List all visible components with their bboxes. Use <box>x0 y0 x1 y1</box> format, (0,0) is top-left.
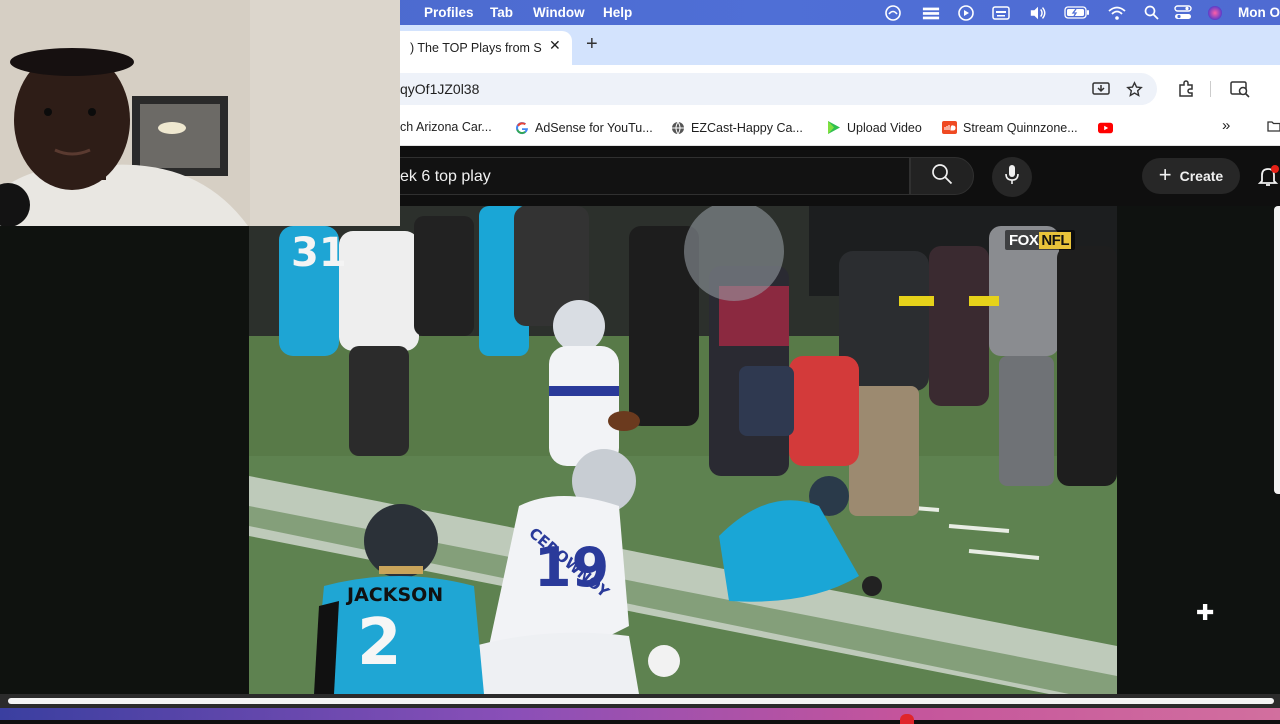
bookmark-label: Stream Quinnzone... <box>963 120 1078 135</box>
youtube-icon <box>1098 120 1113 135</box>
install-app-icon[interactable] <box>1090 78 1112 100</box>
wifi-icon[interactable] <box>1108 4 1126 21</box>
notifications-bell-icon[interactable] <box>1256 164 1280 188</box>
browser-toolbar: qyOf1JZ0l38 <box>400 65 1280 110</box>
video-letterbox-left <box>0 226 249 694</box>
extensions-puzzle-icon[interactable] <box>1175 78 1197 100</box>
address-url: qyOf1JZ0l38 <box>400 81 480 97</box>
bookmark-youtube[interactable] <box>1098 120 1119 135</box>
bookmark-label: AdSense for YouTu... <box>535 120 653 135</box>
create-label: Create <box>1179 168 1224 184</box>
create-button[interactable]: + Create <box>1142 158 1240 194</box>
bookmark-star-icon[interactable] <box>1123 78 1145 100</box>
bookmark-label: Upload Video <box>847 120 922 135</box>
creative-cloud-icon[interactable] <box>884 4 902 21</box>
jersey-number-31: 31 <box>291 230 347 276</box>
menu-help[interactable]: Help <box>603 5 632 20</box>
plus-icon: + <box>1158 162 1172 187</box>
upload-video-icon <box>826 120 841 135</box>
bookmarks-bar: ch Arizona Car... AdSense for YouTu... E… <box>400 110 1280 146</box>
spotlight-search-icon[interactable] <box>1142 4 1160 21</box>
play-circle-icon[interactable] <box>957 4 975 21</box>
jersey-number-2: 2 <box>357 606 402 680</box>
bookmark-label: ch Arizona Car... <box>400 120 492 134</box>
search-query-text: ek 6 top play <box>400 168 491 185</box>
macos-dock-strip <box>0 708 1280 720</box>
jersey-name-jackson: JACKSON <box>347 584 444 606</box>
jersey-number-19: 19 <box>534 536 610 599</box>
side-panel-edge[interactable] <box>1274 206 1280 494</box>
voice-search-button[interactable] <box>992 157 1032 197</box>
youtube-search-button[interactable] <box>910 157 974 195</box>
bookmark-adsense[interactable]: AdSense for YouTu... <box>514 120 653 135</box>
webcam-overlay <box>0 0 400 226</box>
volume-icon[interactable] <box>1029 4 1047 21</box>
microphone-icon <box>1004 164 1020 191</box>
toolbar-divider <box>1210 81 1211 97</box>
tab-search-icon[interactable] <box>1229 78 1251 100</box>
fox-logo-text: FOX <box>1009 231 1039 249</box>
tab-title: ) The TOP Plays from S <box>410 41 542 55</box>
browser-tab-strip: ) The TOP Plays from S ✕ + <box>400 25 1280 65</box>
siri-icon[interactable] <box>1206 4 1224 21</box>
new-tab-button[interactable]: + <box>586 33 598 56</box>
youtube-header: ek 6 top play + Create <box>400 146 1280 206</box>
bookmark-stream-quinnzone[interactable]: Stream Quinnzone... <box>942 120 1078 135</box>
video-progress-bar[interactable] <box>8 698 1274 704</box>
youtube-search-input[interactable]: ek 6 top play <box>400 157 910 195</box>
more-bookmarks-chevron-icon[interactable]: » <box>1222 117 1230 134</box>
google-icon <box>514 120 529 135</box>
dock-app-icon[interactable] <box>900 714 914 724</box>
bookmark-label: EZCast-Happy Ca... <box>691 120 803 135</box>
control-center-icon[interactable] <box>1174 4 1192 21</box>
video-player[interactable]: 31 JACKSON 2 CEDOWNOY 19 FOX NFL <box>249 206 1117 694</box>
globe-icon <box>670 120 685 135</box>
crosshair-cursor-icon: ✚ <box>1196 600 1215 625</box>
fox-nfl-logo: FOX NFL <box>1005 230 1076 250</box>
active-tab[interactable]: ) The TOP Plays from S ✕ <box>400 31 572 65</box>
stacks-icon[interactable] <box>922 4 940 21</box>
tab-close-icon[interactable]: ✕ <box>549 37 561 54</box>
address-bar[interactable]: qyOf1JZ0l38 <box>400 73 1157 105</box>
menu-tab[interactable]: Tab <box>490 5 513 20</box>
menu-window[interactable]: Window <box>533 5 585 20</box>
webcam-illustration <box>0 0 400 226</box>
bookmarks-folder-icon[interactable] <box>1267 119 1280 133</box>
bookmark-upload-video[interactable]: Upload Video <box>826 120 922 135</box>
menu-profiles[interactable]: Profiles <box>424 5 474 20</box>
menu-bar-clock[interactable]: Mon O <box>1238 5 1280 20</box>
bookmark-ezcast[interactable]: EZCast-Happy Ca... <box>670 120 803 135</box>
soundcloud-icon <box>942 120 957 135</box>
search-icon <box>931 163 953 190</box>
keyboard-icon[interactable] <box>992 4 1010 21</box>
battery-icon[interactable] <box>1064 4 1090 21</box>
nfl-logo-text: NFL <box>1039 231 1072 249</box>
bookmark-arizona[interactable]: ch Arizona Car... <box>400 120 492 134</box>
